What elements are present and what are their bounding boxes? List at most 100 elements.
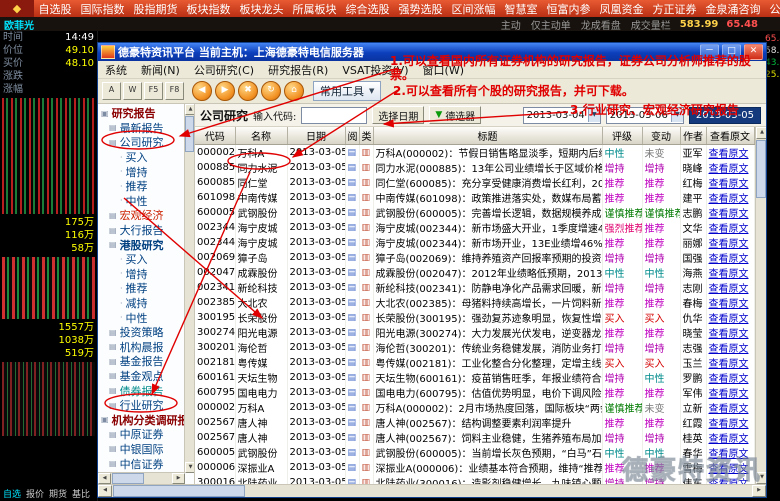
table-row[interactable]: 002567 唐人神 2013-03-05 ▤ ▥ 唐人神(002567)：饲料主业稳健，… [195,430,755,445]
top-menu-item[interactable]: 强势选股 [394,1,447,17]
top-menu-item[interactable]: 自选股 [34,1,76,17]
choose-date-button[interactable]: 选择日期 [372,106,425,124]
table-row[interactable]: 002567 唐人神 2013-03-05 ▤ ▥ 唐人神(002567)：结构调整要素利… [195,415,755,430]
scroll-down-icon[interactable]: ▼ [185,462,194,473]
doc-read-icon[interactable]: ▤ [345,460,360,475]
home-icon[interactable]: ⌂ [284,81,304,101]
top-menu-item[interactable]: 智慧室 [500,1,542,17]
tree-item-24[interactable]: ▤ 中信证券 [98,456,185,471]
doc-read-icon[interactable]: ▤ [345,310,360,325]
tree-item-0[interactable]: ▣ 研究报告 [98,106,185,121]
tree-horizontal-scrollbar[interactable]: ◀ ▶ [98,472,185,484]
doc-read-icon[interactable]: ▤ [345,355,360,370]
scroll-up-icon[interactable]: ▲ [185,104,194,115]
tree-item-20[interactable]: ▤ 行业研究 [98,398,185,413]
menu-item[interactable]: 系统 [98,62,134,78]
column-header[interactable]: 评级 [602,127,643,145]
chevron-down-icon[interactable]: ▼ [587,108,600,122]
forward-icon[interactable]: ▶ [215,81,235,101]
top-menu-item[interactable]: 凤凰资金 [595,1,648,17]
menu-item[interactable]: VSAT投资(V) [335,62,415,78]
tree-item-1[interactable]: ▤ 最新报告 [98,121,185,136]
scroll-down-icon[interactable]: ▼ [756,472,766,484]
view-original-link[interactable]: 查看原文 [706,295,755,310]
doc-read-icon[interactable]: ▤ [345,415,360,430]
close-button[interactable]: ✕ [744,44,763,60]
doc-type-icon[interactable]: ▥ [359,340,374,355]
column-header[interactable]: 代码 [195,127,236,145]
table-row[interactable]: 601098 中南传媒 2013-03-05 ▤ ▥ 中南传媒(601098)：政策推进落… [195,190,755,205]
doc-read-icon[interactable]: ▤ [345,295,360,310]
tree-item-5[interactable]: · 推荐 [98,179,185,194]
view-original-link[interactable]: 查看原文 [706,415,755,430]
tree-item-19[interactable]: ▤ 债券报告 [98,383,185,398]
table-row[interactable]: 600005 武钢股份 2013-03-05 ▤ ▥ 武钢股份(600005)：完善增长逻… [195,205,755,220]
doc-read-icon[interactable]: ▤ [345,370,360,385]
tree-item-6[interactable]: · 中性 [98,194,185,209]
tree-item-10[interactable]: · 买入 [98,252,185,267]
doc-type-icon[interactable]: ▥ [359,310,374,325]
table-row[interactable]: 002344 海宁皮城 2013-03-05 ▤ ▥ 海宁皮城(002344)：新市场开业… [195,235,755,250]
doc-type-icon[interactable]: ▥ [359,280,374,295]
subbar-button[interactable]: 主动 [501,17,521,32]
tree-item-16[interactable]: ▤ 机构晨报 [98,340,185,355]
view-original-link[interactable]: 查看原文 [706,340,755,355]
doc-type-icon[interactable]: ▥ [359,235,374,250]
tree-hscrollbar-thumb[interactable] [112,473,144,484]
table-row[interactable]: 600795 国电电力 2013-03-05 ▤ ▥ 国电电力(600795)：估值优势明… [195,385,755,400]
view-original-link[interactable]: 查看原文 [706,190,755,205]
current-date-badge[interactable]: 2013-03-05 [688,106,761,124]
doc-type-icon[interactable]: ▥ [359,445,374,460]
tree-item-11[interactable]: · 增持 [98,267,185,282]
table-row[interactable]: 002181 粤传媒 2013-03-05 ▤ ▥ 粤传媒(002181)：工业化整合分化… [195,355,755,370]
doc-type-icon[interactable]: ▥ [359,460,374,475]
toolbar-small-button[interactable]: W [123,82,142,100]
tree-item-18[interactable]: ▤ 基金观点 [98,369,185,384]
doc-type-icon[interactable]: ▥ [359,430,374,445]
table-row[interactable]: 002385 大北农 2013-03-05 ▤ ▥ 大北农(002385)：母猪料持续高增… [195,295,755,310]
column-header[interactable]: 类 [359,127,374,145]
doc-type-icon[interactable]: ▥ [359,250,374,265]
column-header[interactable]: 作者 [680,127,707,145]
table-vertical-scrollbar[interactable]: ▲ ▼ [755,127,766,484]
view-original-link[interactable]: 查看原文 [706,460,755,475]
menu-item[interactable]: 窗口(W) [416,62,471,78]
doc-read-icon[interactable]: ▤ [345,265,360,280]
doc-type-icon[interactable]: ▥ [359,415,374,430]
top-menu-item[interactable]: 恒富内参 [542,1,595,17]
doc-read-icon[interactable]: ▤ [345,385,360,400]
doc-type-icon[interactable]: ▥ [359,265,374,280]
doc-type-icon[interactable]: ▥ [359,175,374,190]
view-original-link[interactable]: 查看原文 [706,400,755,415]
doc-read-icon[interactable]: ▤ [345,220,360,235]
doc-type-icon[interactable]: ▥ [359,475,374,484]
tree-item-21[interactable]: ▣ 机构分类调研报 [98,412,185,427]
table-row[interactable]: 300201 海伦哲 2013-03-05 ▤ ▥ 海伦哲(300201)：传统业务稳健发… [195,340,755,355]
table-row[interactable]: 300195 长荣股份 2013-03-05 ▤ ▥ 长荣股份(300195)：强劲复苏迹… [195,310,755,325]
top-menu-item[interactable]: 国际指数 [76,1,129,17]
doc-type-icon[interactable]: ▥ [359,144,374,160]
scroll-right-icon[interactable]: ▶ [752,485,766,497]
top-menu-item[interactable]: 股指期货 [129,1,182,17]
toolbar-small-button[interactable]: A [102,82,121,100]
menu-item[interactable]: 研究报告(R) [261,62,335,78]
table-row[interactable]: 000885 同力水泥 2013-03-05 ▤ ▥ 同力水泥(000885)：13年公司… [195,160,755,175]
top-menu-item[interactable]: 板块龙头 [235,1,288,17]
table-row[interactable]: 002341 新纶科技 2013-03-05 ▤ ▥ 新纶科技(002341)：防静电净化… [195,280,755,295]
view-original-link[interactable]: 查看原文 [706,160,755,175]
doc-read-icon[interactable]: ▤ [345,250,360,265]
code-input[interactable] [301,106,368,124]
bottom-tab[interactable]: 基比 [72,487,90,500]
tree-item-17[interactable]: ▤ 基金报告 [98,354,185,369]
doc-read-icon[interactable]: ▤ [345,144,360,160]
doc-type-icon[interactable]: ▥ [359,385,374,400]
subbar-button[interactable]: 龙成看盘 [581,17,621,32]
table-row[interactable]: 600085 同仁堂 2013-03-05 ▤ ▥ 同仁堂(600085)：充分享受健康消… [195,175,755,190]
view-original-link[interactable]: 查看原文 [706,445,755,460]
tree-item-3[interactable]: · 买入 [98,150,185,165]
toolbar-small-button[interactable]: F8 [165,82,184,100]
window-horizontal-scrollbar[interactable]: ◀ ▶ [98,484,766,497]
table-row[interactable]: 002069 獐子岛 2013-03-05 ▤ ▥ 獐子岛(002069)：维持养殖资产回… [195,250,755,265]
doc-read-icon[interactable]: ▤ [345,235,360,250]
tree-item-9[interactable]: ▤ 港股研究 [98,237,185,252]
